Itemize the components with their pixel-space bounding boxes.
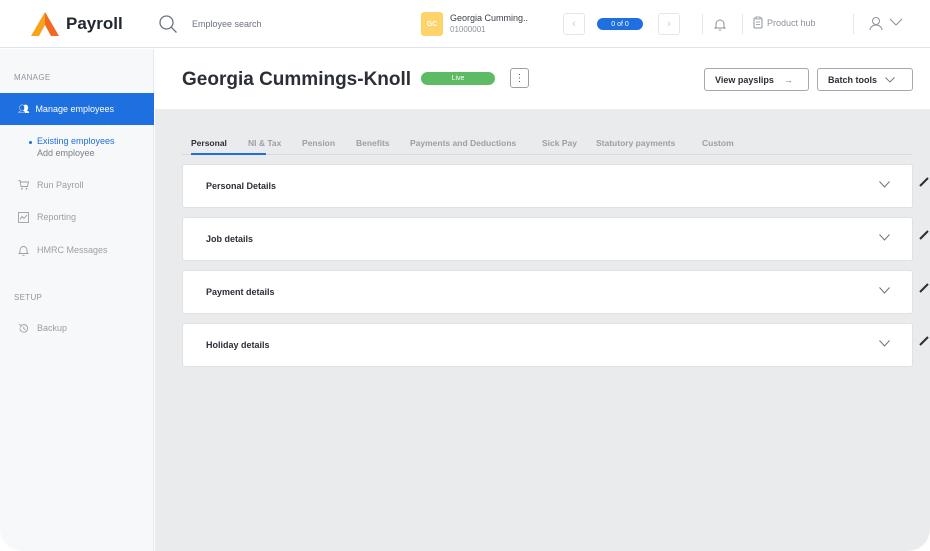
batch-tools-button[interactable]: Batch tools — [817, 68, 913, 91]
tab-sick-pay[interactable]: Sick Pay — [542, 138, 577, 148]
active-tab-indicator — [191, 153, 266, 155]
main-content: Georgia Cummings-Knoll Live ⋮ View paysl… — [155, 49, 930, 551]
more-options-button[interactable]: ⋮ — [510, 68, 529, 88]
tab-payments-deductions[interactable]: Payments and Deductions — [410, 138, 516, 148]
page-header: Georgia Cummings-Knoll Live ⋮ View paysl… — [155, 49, 930, 109]
edit-pencil-icon[interactable] — [919, 177, 929, 187]
sidebar-item-label: Reporting — [37, 212, 77, 222]
section-job-details[interactable]: Job details — [182, 217, 913, 261]
edit-pencil-icon[interactable] — [919, 283, 929, 293]
employee-switcher-name[interactable]: Georgia Cumming.. — [450, 13, 528, 23]
cart-icon — [18, 180, 29, 190]
page-title: Georgia Cummings-Knoll — [182, 69, 412, 90]
view-payslips-label: View payslips — [715, 74, 774, 85]
tab-benefits[interactable]: Benefits — [356, 138, 390, 148]
top-bar: Payroll GC Georgia Cumming.. 01000001 ‹ … — [0, 0, 930, 48]
tab-personal[interactable]: Personal — [191, 138, 227, 148]
app-window: Payroll GC Georgia Cumming.. 01000001 ‹ … — [0, 0, 930, 551]
sidebar-item-label: HMRC Messages — [37, 245, 108, 255]
divider — [742, 14, 743, 34]
section-holiday-details[interactable]: Holiday details — [182, 323, 913, 367]
kebab-icon: ⋮ — [514, 72, 525, 84]
section-label-setup: SETUP — [14, 293, 43, 302]
bell-icon — [18, 245, 29, 256]
tab-pension[interactable]: Pension — [302, 138, 335, 148]
divider — [702, 14, 703, 34]
employee-avatar[interactable]: GC — [421, 12, 443, 36]
active-dot-icon — [29, 141, 32, 144]
app-name: Payroll — [66, 14, 123, 33]
sidebar-item-label: Backup — [37, 323, 68, 333]
tab-custom[interactable]: Custom — [702, 138, 734, 148]
user-icon[interactable] — [869, 16, 883, 31]
chevron-down-icon — [885, 76, 895, 83]
chevron-right-icon: › — [667, 18, 671, 30]
section-title: Job details — [206, 234, 254, 244]
sidebar-item-reporting[interactable]: Reporting — [18, 209, 76, 225]
employee-counter: 0 of 0 — [597, 18, 643, 30]
section-label-manage: MANAGE — [14, 73, 51, 82]
sidebar: MANAGE 👥︎ Manage employees Existing empl… — [0, 49, 154, 551]
edit-pencil-icon[interactable] — [919, 230, 929, 240]
tab-ni-tax[interactable]: NI & Tax — [248, 138, 281, 148]
edit-pencil-icon[interactable] — [919, 336, 929, 346]
section-title: Payment details — [206, 287, 275, 297]
employee-search-input[interactable] — [192, 13, 392, 35]
search-icon[interactable] — [158, 14, 178, 34]
chevron-down-icon[interactable] — [879, 181, 890, 188]
chevron-left-icon: ‹ — [572, 18, 576, 30]
product-hub-link[interactable]: Product hub — [767, 18, 816, 28]
sidebar-item-backup[interactable]: Backup — [18, 320, 67, 336]
chart-icon — [18, 211, 29, 223]
status-badge: Live — [421, 72, 495, 85]
people-icon: 👥︎ — [18, 103, 30, 114]
history-icon — [18, 323, 28, 333]
sidebar-subitem-existing-employees[interactable]: Existing employees — [37, 136, 115, 146]
chevron-down-icon[interactable] — [879, 234, 890, 241]
chevron-down-icon[interactable] — [879, 287, 890, 294]
divider — [853, 14, 854, 34]
sidebar-subitem-add-employee[interactable]: Add employee — [37, 148, 95, 158]
payroll-logo-icon — [31, 12, 59, 36]
arrow-right-icon: → — [783, 74, 793, 85]
chevron-down-icon[interactable] — [879, 340, 890, 347]
sidebar-item-manage-employees[interactable]: 👥︎ Manage employees — [0, 93, 154, 125]
tab-statutory-payments[interactable]: Statutory payments — [596, 138, 675, 148]
next-employee-button[interactable]: › — [658, 13, 680, 35]
section-personal-details[interactable]: Personal Details — [182, 164, 913, 208]
section-title: Holiday details — [206, 340, 270, 350]
sidebar-item-run-payroll[interactable]: Run Payroll — [18, 177, 84, 193]
previous-employee-button[interactable]: ‹ — [563, 13, 585, 35]
view-payslips-button[interactable]: View payslips → — [704, 68, 809, 91]
bell-icon[interactable] — [714, 18, 726, 31]
employee-tabs: Personal NI & Tax Pension Benefits Payme… — [182, 132, 912, 155]
sidebar-item-hmrc-messages[interactable]: HMRC Messages — [18, 242, 108, 258]
clipboard-icon[interactable] — [753, 16, 763, 29]
chevron-down-icon[interactable] — [889, 18, 903, 27]
section-title: Personal Details — [206, 181, 277, 191]
sidebar-item-label: Manage employees — [35, 104, 114, 114]
batch-tools-label: Batch tools — [828, 74, 878, 85]
employee-switcher-id: 01000001 — [450, 25, 486, 34]
sidebar-item-label: Run Payroll — [37, 180, 84, 190]
section-payment-details[interactable]: Payment details — [182, 270, 913, 314]
